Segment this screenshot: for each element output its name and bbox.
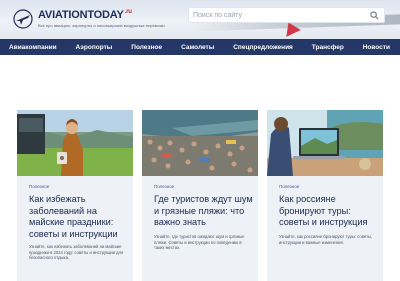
article-category[interactable]: Полезное bbox=[279, 184, 299, 189]
nav-item-airports[interactable]: Аэропорты bbox=[76, 44, 113, 51]
site-header: AVIATIONTODAY.ru Все про авиацию, аэропо… bbox=[0, 0, 400, 39]
article-card[interactable]: Полезное Где туристов ждут шум и грязные… bbox=[142, 110, 258, 281]
article-grid: Полезное Как избежать заболеваний на май… bbox=[17, 110, 383, 281]
article-title[interactable]: Как россияне бронируют туры: советы и ин… bbox=[279, 194, 379, 229]
article-title[interactable]: Как избежать заболеваний на майские праз… bbox=[29, 194, 129, 240]
search-box bbox=[188, 7, 385, 23]
search-button[interactable] bbox=[370, 10, 381, 21]
nav-item-transfer[interactable]: Трансфер bbox=[312, 44, 344, 51]
article-title[interactable]: Где туристов ждут шум и грязные пляжи: ч… bbox=[154, 194, 254, 229]
article-excerpt: Узнайте, где туристов ожидают шум и гряз… bbox=[154, 234, 245, 251]
nav-item-airlines[interactable]: Авиакомпании bbox=[9, 44, 57, 51]
article-image-crowded-beach[interactable] bbox=[142, 110, 258, 176]
logo-tagline: Все про авиацию, аэропорты и пассажирски… bbox=[38, 23, 165, 28]
main-nav: Авиакомпании Аэропорты Полезное Самолеты… bbox=[0, 39, 400, 55]
airplane-logo-icon bbox=[13, 9, 33, 29]
article-card[interactable]: Полезное Как избежать заболеваний на май… bbox=[17, 110, 133, 281]
nav-item-special-offers[interactable]: Спецпредложения bbox=[233, 44, 293, 51]
article-image-hiker[interactable] bbox=[17, 110, 133, 176]
logo-domain-suffix: .ru bbox=[124, 9, 132, 16]
search-icon bbox=[370, 11, 379, 20]
nav-item-aircraft[interactable]: Самолеты bbox=[181, 44, 214, 51]
search-input[interactable] bbox=[193, 10, 343, 21]
logo-wordmark: AVIATIONTODAY.ru bbox=[38, 9, 132, 21]
article-excerpt: Узнайте, как россияне бронируют туры: со… bbox=[279, 234, 373, 245]
nav-item-useful[interactable]: Полезное bbox=[131, 44, 162, 51]
article-excerpt: Узнайте, как избежать заболеваний на май… bbox=[29, 244, 124, 261]
article-image-laptop-booking[interactable] bbox=[267, 110, 383, 176]
article-category[interactable]: Полезное bbox=[29, 184, 49, 189]
article-card[interactable]: Полезное Как россияне бронируют туры: со… bbox=[267, 110, 383, 281]
site-logo[interactable]: AVIATIONTODAY.ru Все про авиацию, аэропо… bbox=[12, 6, 182, 34]
nav-item-news[interactable]: Новости bbox=[363, 44, 390, 51]
article-category[interactable]: Полезное bbox=[154, 184, 174, 189]
